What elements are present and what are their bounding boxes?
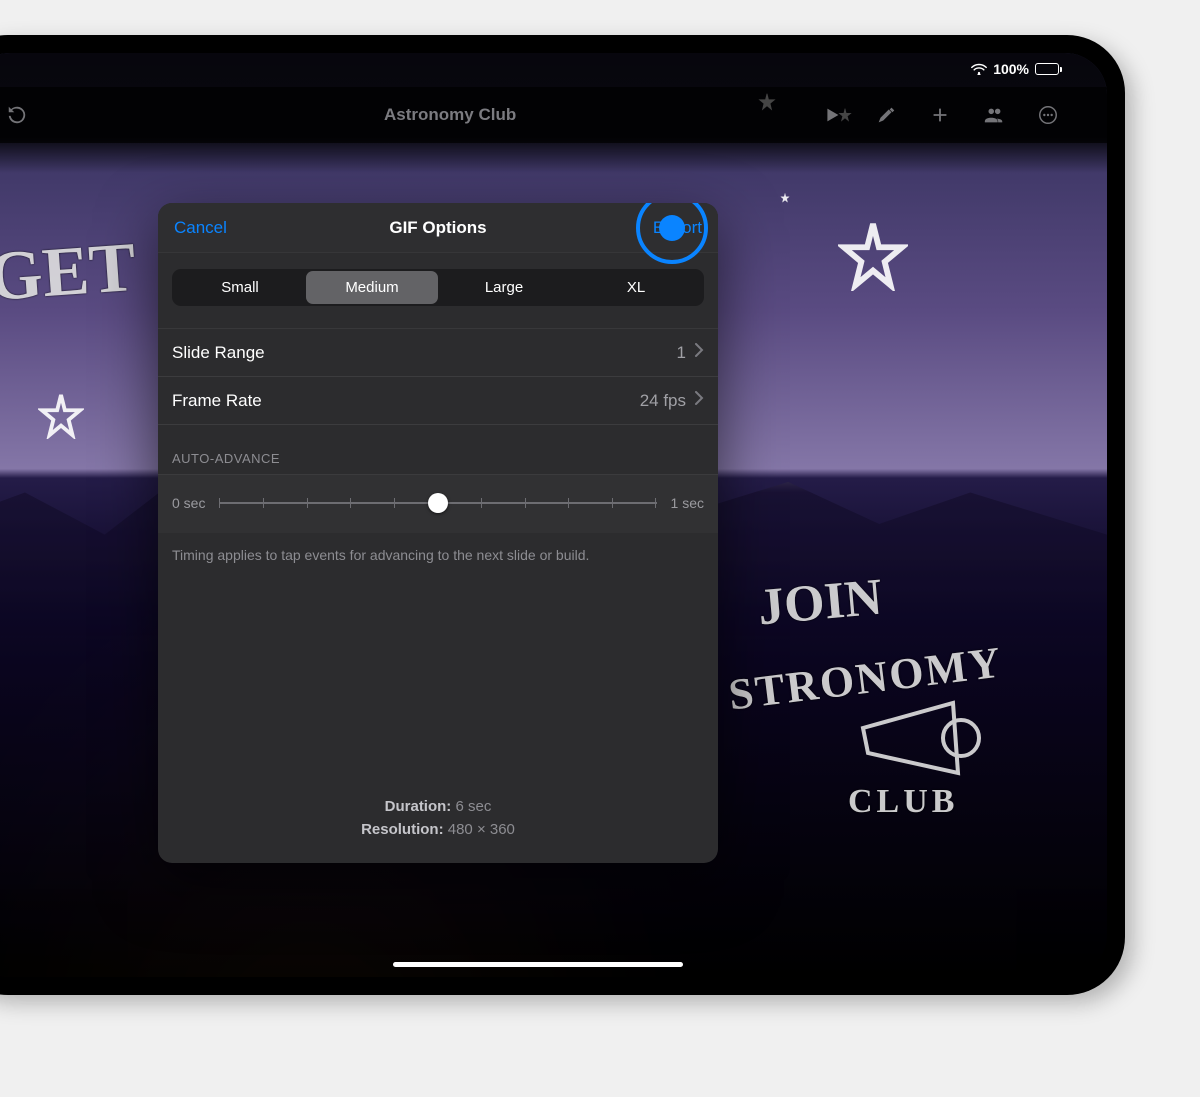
- export-meta: Duration: 6 sec Resolution: 480 × 360: [158, 796, 718, 863]
- star-icon: [780, 193, 790, 203]
- duration-label: Duration:: [385, 798, 452, 815]
- frame-rate-label: Frame Rate: [172, 391, 640, 411]
- size-option-xl[interactable]: XL: [570, 271, 702, 304]
- format-brush-button[interactable]: [859, 104, 913, 126]
- chevron-right-icon: [694, 391, 704, 410]
- modal-header: Cancel GIF Options Export: [158, 203, 718, 253]
- wallpaper-text-get: GET: [0, 228, 138, 318]
- auto-advance-slider-area: 0 sec 1 sec: [158, 474, 718, 533]
- more-button[interactable]: [1021, 104, 1075, 126]
- slide-range-label: Slide Range: [172, 343, 677, 363]
- add-button[interactable]: [913, 104, 967, 126]
- frame-rate-value: 24 fps: [640, 391, 686, 411]
- device-screen: GET JOIN STRONOMY CLUB 100% Astronomy Cl…: [0, 53, 1107, 977]
- auto-advance-footnote: Timing applies to tap events for advanci…: [158, 533, 718, 563]
- duration-value: 6 sec: [455, 798, 491, 815]
- slider-max-label: 1 sec: [671, 495, 704, 511]
- slider-knob[interactable]: [428, 493, 448, 513]
- device-ipad: GET JOIN STRONOMY CLUB 100% Astronomy Cl…: [0, 35, 1125, 995]
- document-title: Astronomy Club: [384, 105, 516, 125]
- megaphone-icon: [858, 693, 988, 793]
- star-icon: [38, 393, 84, 439]
- wallpaper-text-join: JOIN: [756, 568, 885, 638]
- auto-advance-header: AUTO-ADVANCE: [158, 425, 718, 474]
- export-button[interactable]: Export: [637, 203, 718, 252]
- cancel-button[interactable]: Cancel: [158, 203, 243, 252]
- slider-min-label: 0 sec: [172, 495, 205, 511]
- battery-icon: [1035, 63, 1059, 75]
- auto-advance-slider[interactable]: [219, 493, 656, 513]
- undo-button[interactable]: [0, 104, 44, 126]
- slide-range-row[interactable]: Slide Range 1: [158, 329, 718, 377]
- gif-options-modal: Cancel GIF Options Export SmallMediumLar…: [158, 203, 718, 863]
- size-option-small[interactable]: Small: [174, 271, 306, 304]
- size-option-large[interactable]: Large: [438, 271, 570, 304]
- app-toolbar: Astronomy Club: [0, 87, 1107, 143]
- play-button[interactable]: [805, 104, 859, 126]
- resolution-value: 480 × 360: [448, 821, 515, 838]
- size-segmented-control[interactable]: SmallMediumLargeXL: [172, 269, 704, 306]
- size-selector: SmallMediumLargeXL: [158, 253, 718, 329]
- modal-title: GIF Options: [389, 218, 486, 238]
- chevron-right-icon: [694, 343, 704, 362]
- size-option-medium[interactable]: Medium: [306, 271, 438, 304]
- slide-range-value: 1: [677, 343, 686, 363]
- battery-percent: 100%: [993, 61, 1029, 77]
- star-icon: [838, 221, 908, 291]
- status-bar: 100%: [971, 53, 1107, 79]
- frame-rate-row[interactable]: Frame Rate 24 fps: [158, 377, 718, 425]
- resolution-label: Resolution:: [361, 821, 444, 838]
- wifi-icon: [971, 63, 987, 75]
- home-indicator[interactable]: [393, 962, 683, 967]
- collaborate-button[interactable]: [967, 104, 1021, 126]
